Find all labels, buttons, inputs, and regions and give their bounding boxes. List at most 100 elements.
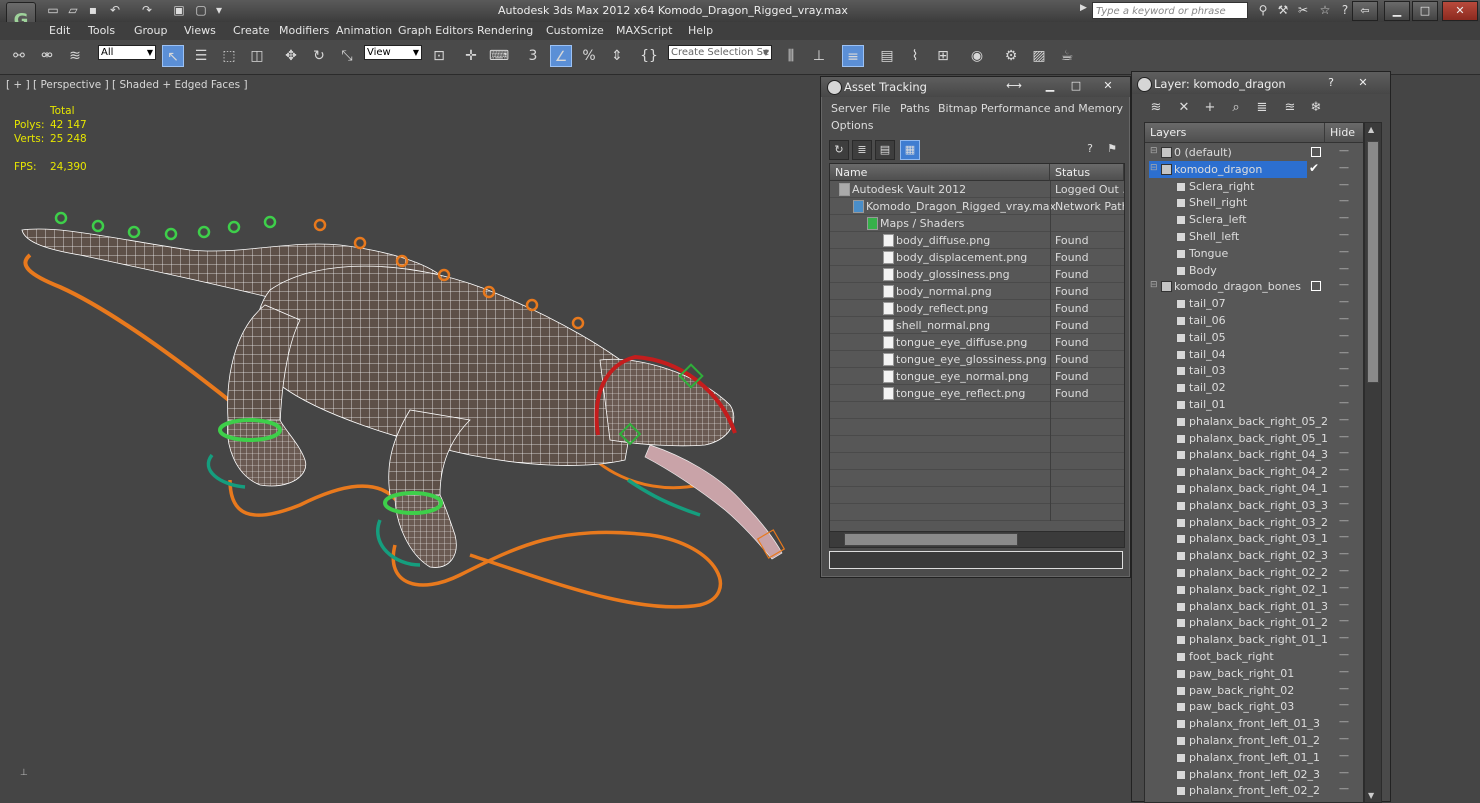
current-layer-check-icon[interactable]: ✔ — [1309, 161, 1319, 175]
asset-row[interactable]: body_diffuse.png Found — [830, 232, 1124, 249]
layer-object-row[interactable]: tail_06 ---- — [1145, 312, 1363, 329]
pivot-center-icon[interactable]: ⊡ — [428, 45, 450, 67]
align-icon[interactable]: ⊥ — [808, 45, 830, 67]
layer-object-row[interactable]: phalanx_back_right_01_2 ---- — [1145, 614, 1363, 631]
hide-toggle[interactable]: ---- — [1339, 482, 1349, 492]
layer-object-row[interactable]: phalanx_back_right_01_1 ---- — [1145, 631, 1363, 648]
asset-row[interactable]: body_glossiness.png Found — [830, 266, 1124, 283]
hide-toggle[interactable]: ---- — [1339, 280, 1349, 290]
material-editor-icon[interactable]: ◉ — [966, 45, 988, 67]
render-setup-icon[interactable]: ⚙ — [1000, 45, 1022, 67]
project-folder-icon[interactable]: ▢ — [192, 2, 210, 19]
asset-menu-paths[interactable]: Paths — [900, 102, 930, 115]
asset-row[interactable]: body_reflect.png Found — [830, 300, 1124, 317]
asset-menu-options[interactable]: Options — [831, 119, 873, 132]
asset-tracking-titlebar[interactable]: Asset Tracking ⟷ ▁ □ ✕ — [821, 77, 1130, 97]
details-view-icon[interactable]: ▤ — [875, 140, 895, 160]
maximize-button[interactable]: □ — [1412, 1, 1438, 21]
new-file-icon[interactable]: ▭ — [44, 2, 62, 19]
hide-toggle[interactable]: ---- — [1339, 381, 1349, 391]
collapse-icon[interactable]: ⊟ — [1150, 146, 1158, 156]
freeze-all-layers-icon[interactable]: ❄ — [1306, 98, 1326, 118]
search-input[interactable]: Type a keyword or phrase — [1092, 2, 1248, 19]
layer-object-row[interactable]: phalanx_back_right_02_2 ---- — [1145, 564, 1363, 581]
layer-object-row[interactable]: paw_back_right_02 ---- — [1145, 682, 1363, 699]
hide-toggle[interactable]: ---- — [1339, 180, 1349, 190]
scroll-down-icon[interactable]: ▼ — [1368, 791, 1374, 800]
create-layer-icon[interactable]: ≋ — [1146, 98, 1166, 118]
refresh-icon[interactable]: ↻ — [829, 140, 849, 160]
layer-object-row[interactable]: paw_back_right_03 ---- — [1145, 698, 1363, 715]
hide-toggle[interactable]: ---- — [1339, 247, 1349, 257]
delete-layer-icon[interactable]: ✕ — [1174, 98, 1194, 118]
hide-column-header[interactable]: Hide — [1325, 123, 1363, 143]
layer-object-row[interactable]: phalanx_back_right_01_3 ---- — [1145, 598, 1363, 615]
layer-object-row[interactable]: tail_01 ---- — [1145, 396, 1363, 413]
menu-tools[interactable]: Tools — [88, 24, 115, 37]
layer-object-row[interactable]: phalanx_back_right_03_2 ---- — [1145, 514, 1363, 531]
scroll-up-icon[interactable]: ▲ — [1368, 125, 1374, 134]
layer-object-row[interactable]: tail_02 ---- — [1145, 379, 1363, 396]
quick-access-dropdown-icon[interactable]: ▾ — [210, 2, 228, 19]
layer-row[interactable]: ⊟ 0 (default) ---- — [1145, 144, 1363, 161]
select-by-name-icon[interactable]: ☰ — [190, 45, 212, 67]
reference-coordinate-dropdown[interactable]: View ▼ — [364, 45, 422, 60]
layer-object-row[interactable]: phalanx_back_right_05_1 ---- — [1145, 430, 1363, 447]
close-button[interactable]: ✕ — [1442, 1, 1478, 21]
rectangular-selection-icon[interactable]: ⬚ — [218, 45, 240, 67]
menu-group[interactable]: Group — [134, 24, 168, 37]
bind-space-warp-icon[interactable]: ≋ — [64, 45, 86, 67]
menu-help[interactable]: Help — [688, 24, 713, 37]
menu-graph-editors[interactable]: Graph Editors — [398, 24, 474, 37]
hide-toggle[interactable]: ---- — [1339, 331, 1349, 341]
hide-toggle[interactable]: ---- — [1339, 348, 1349, 358]
layer-object-row[interactable]: phalanx_back_right_04_2 ---- — [1145, 463, 1363, 480]
hide-toggle[interactable]: ---- — [1339, 684, 1349, 694]
hide-toggle[interactable]: ---- — [1339, 667, 1349, 677]
column-header-status[interactable]: Status — [1050, 164, 1124, 181]
layer-row[interactable]: ⊟ komodo_dragon ✔ ---- — [1145, 160, 1363, 178]
layer-object-row[interactable]: Tongue ---- — [1145, 245, 1363, 262]
rendered-frame-window-icon[interactable]: ▨ — [1028, 45, 1050, 67]
hide-toggle[interactable]: ---- — [1339, 566, 1349, 576]
keyboard-shortcut-override-icon[interactable]: ⌨ — [488, 45, 510, 67]
render-production-icon[interactable]: ☕ — [1056, 45, 1078, 67]
asset-row[interactable]: tongue_eye_glossiness.png Found — [830, 351, 1124, 368]
asset-row[interactable]: Komodo_Dragon_Rigged_vray.max Network Pat… — [830, 198, 1124, 215]
binoculars-icon[interactable]: ⚲ — [1254, 2, 1272, 19]
layer-object-row[interactable]: Shell_left ---- — [1145, 228, 1363, 245]
layer-object-row[interactable]: tail_05 ---- — [1145, 329, 1363, 346]
restore-icon[interactable]: ⇦ — [1352, 1, 1378, 21]
unlink-icon[interactable]: ⚮ — [36, 45, 58, 67]
communication-icon[interactable]: ✂ — [1294, 2, 1312, 19]
menu-rendering[interactable]: Rendering — [477, 24, 533, 37]
table-view-icon[interactable]: ▦ — [900, 140, 920, 160]
asset-path-field[interactable] — [829, 551, 1123, 569]
subscription-icon[interactable]: ⚒ — [1274, 2, 1292, 19]
asset-row[interactable]: body_displacement.png Found — [830, 249, 1124, 266]
layer-object-row[interactable]: phalanx_front_left_02_3 ---- — [1145, 766, 1363, 783]
selection-filter-dropdown[interactable]: All ▼ — [98, 45, 156, 60]
asset-menu-server[interactable]: Server — [831, 102, 867, 115]
hide-toggle[interactable]: ---- — [1339, 465, 1349, 475]
layer-object-row[interactable]: tail_04 ---- — [1145, 346, 1363, 363]
hide-toggle[interactable]: ---- — [1339, 734, 1349, 744]
spinner-snap-icon[interactable]: ⇕ — [606, 45, 628, 67]
viewport-label[interactable]: [ + ] [ Perspective ] [ Shaded + Edged F… — [6, 79, 248, 91]
open-file-icon[interactable]: ▱ — [64, 2, 82, 19]
layer-object-row[interactable]: paw_back_right_01 ---- — [1145, 665, 1363, 682]
hide-toggle[interactable]: ---- — [1339, 213, 1349, 223]
scale-icon[interactable]: ⤡ — [336, 45, 358, 67]
asset-row[interactable]: tongue_eye_diffuse.png Found — [830, 334, 1124, 351]
menu-maxscript[interactable]: MAXScript — [616, 24, 672, 37]
hide-toggle[interactable]: ---- — [1339, 700, 1349, 710]
layer-object-row[interactable]: phalanx_front_left_01_2 ---- — [1145, 732, 1363, 749]
hide-toggle[interactable]: ---- — [1339, 415, 1349, 425]
layer-object-row[interactable]: phalanx_front_left_02_2 ---- — [1145, 782, 1363, 799]
asset-row[interactable]: tongue_eye_reflect.png Found — [830, 385, 1124, 402]
asset-horizontal-scrollbar[interactable] — [829, 531, 1125, 548]
asset-menu-bitmap[interactable]: Bitmap Performance and Memory — [938, 102, 1123, 115]
asset-row[interactable]: Autodesk Vault 2012 Logged Out ... — [830, 181, 1124, 198]
graphite-ribbon-icon[interactable]: ▤ — [876, 45, 898, 67]
hide-toggle[interactable]: ---- — [1339, 532, 1349, 542]
